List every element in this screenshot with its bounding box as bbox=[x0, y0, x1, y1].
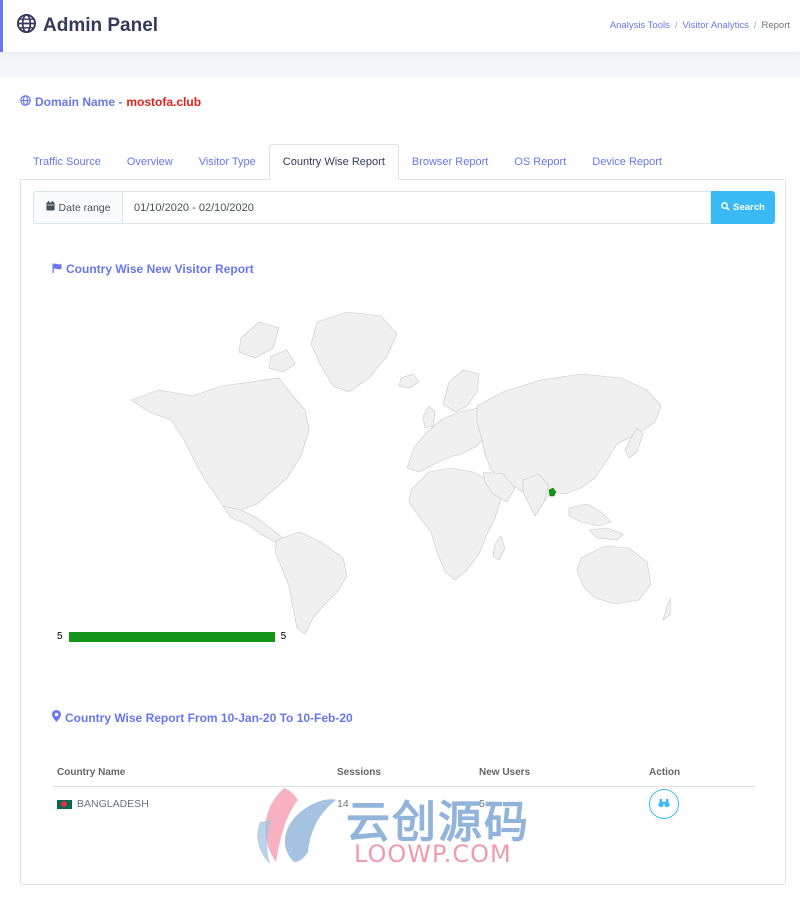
flag-icon bbox=[52, 262, 62, 276]
search-icon bbox=[721, 201, 730, 214]
map-marker-icon bbox=[52, 710, 61, 725]
domain-name: Domain Name - mostofa.club bbox=[20, 95, 201, 109]
bangladesh-flag-icon bbox=[57, 799, 72, 809]
map-country-indonesia bbox=[588, 527, 624, 541]
table-section-title-text: Country Wise Report From 10-Jan-20 To 10… bbox=[65, 710, 353, 725]
world-map[interactable] bbox=[111, 308, 671, 638]
map-country-australia bbox=[576, 545, 652, 605]
tab-pane: Date range Search Country W bbox=[20, 179, 786, 885]
tab-visitor-type[interactable]: Visitor Type bbox=[186, 144, 269, 180]
date-range-input[interactable] bbox=[122, 191, 711, 224]
map-country-arctic-islands-west bbox=[268, 349, 296, 373]
tab-os-report[interactable]: OS Report bbox=[501, 144, 579, 180]
cell-action bbox=[645, 786, 755, 822]
breadcrumb-report: Report bbox=[761, 20, 790, 31]
breadcrumb-separator: / bbox=[753, 20, 757, 31]
globe-icon bbox=[20, 95, 31, 109]
table-section-title: Country Wise Report From 10-Jan-20 To 10… bbox=[52, 710, 353, 725]
column-action: Action bbox=[645, 760, 755, 787]
map-country-southeast-asia bbox=[568, 503, 612, 527]
column-new-users: New Users bbox=[475, 760, 645, 787]
tab-traffic-source[interactable]: Traffic Source bbox=[20, 144, 114, 180]
breadcrumb: Analysis Tools / Visitor Analytics / Rep… bbox=[610, 20, 790, 31]
column-sessions: Sessions bbox=[333, 760, 475, 787]
map-country-scandinavia bbox=[442, 369, 480, 413]
table-header-row: Country Name Sessions New Users Action bbox=[53, 760, 755, 787]
map-country-south-america bbox=[274, 531, 348, 635]
breadcrumb-separator: / bbox=[674, 20, 678, 31]
search-button-label: Search bbox=[733, 202, 765, 213]
map-country-uk bbox=[422, 405, 436, 429]
country-name: BANGLADESH bbox=[77, 798, 149, 811]
brand: Admin Panel bbox=[17, 14, 158, 38]
top-header: Admin Panel Analysis Tools / Visitor Ana… bbox=[0, 0, 800, 52]
calendar-icon bbox=[45, 201, 55, 214]
domain-label: Domain Name - bbox=[35, 95, 123, 109]
domain-value: mostofa.club bbox=[126, 95, 202, 109]
legend-min: 5 bbox=[57, 631, 63, 642]
map-country-arctic-islands bbox=[238, 321, 280, 359]
map-country-new-zealand bbox=[662, 597, 671, 621]
tab-overview[interactable]: Overview bbox=[114, 144, 186, 180]
report-tabs: Traffic Source Overview Visitor Type Cou… bbox=[20, 144, 785, 180]
cell-sessions: 14 bbox=[337, 798, 349, 811]
table-row: BANGLADESH 14 5 bbox=[53, 786, 755, 822]
map-country-iceland bbox=[398, 373, 420, 389]
search-button[interactable]: Search bbox=[711, 191, 775, 224]
binoculars-icon bbox=[658, 798, 670, 811]
tab-browser-report[interactable]: Browser Report bbox=[399, 144, 501, 180]
country-report-table: Country Name Sessions New Users Action B… bbox=[53, 760, 755, 822]
main-card: Domain Name - mostofa.club Traffic Sourc… bbox=[0, 78, 800, 899]
map-section-title: Country Wise New Visitor Report bbox=[52, 262, 254, 276]
breadcrumb-analysis-tools[interactable]: Analysis Tools bbox=[610, 20, 670, 31]
globe-icon bbox=[17, 14, 36, 38]
cell-new-users: 5 bbox=[479, 798, 485, 811]
page-title: Admin Panel bbox=[43, 15, 159, 36]
map-legend: 5 5 bbox=[57, 631, 286, 642]
date-range-label: Date range bbox=[33, 191, 122, 224]
tab-device-report[interactable]: Device Report bbox=[579, 144, 675, 180]
breadcrumb-visitor-analytics[interactable]: Visitor Analytics bbox=[682, 20, 748, 31]
legend-bar bbox=[68, 631, 275, 642]
view-details-button[interactable] bbox=[649, 789, 679, 820]
column-country-name: Country Name bbox=[53, 760, 333, 787]
map-country-north-america bbox=[130, 377, 310, 511]
legend-max: 5 bbox=[280, 631, 287, 642]
cell-country: BANGLADESH bbox=[53, 786, 333, 822]
date-filter: Date range Search bbox=[33, 191, 775, 224]
date-range-text: Date range bbox=[58, 201, 111, 214]
map-country-madagascar bbox=[492, 535, 506, 561]
map-country-greenland bbox=[310, 311, 398, 393]
tab-country-wise-report[interactable]: Country Wise Report bbox=[268, 144, 399, 180]
map-country-central-america bbox=[222, 505, 284, 543]
map-section-title-text: Country Wise New Visitor Report bbox=[66, 262, 254, 276]
